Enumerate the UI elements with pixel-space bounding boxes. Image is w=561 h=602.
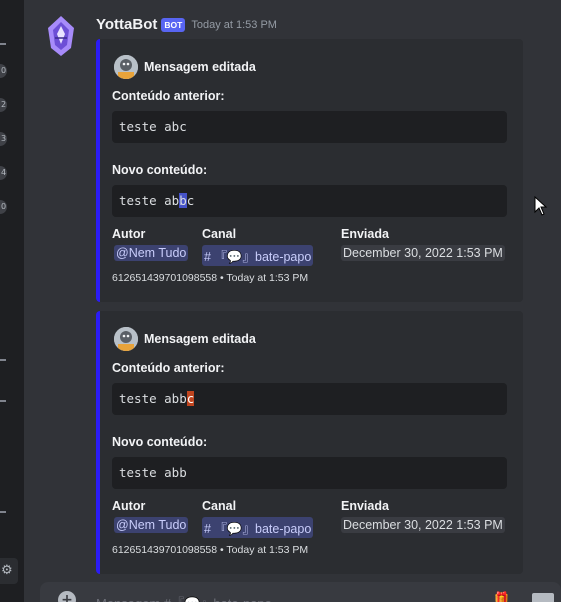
user-mention[interactable]: @Nem Tudo bbox=[114, 517, 189, 533]
embed-author: Mensagem editada bbox=[114, 327, 256, 351]
new-content-text: teste abb bbox=[119, 465, 187, 480]
gear-icon[interactable]: ⚙ bbox=[0, 558, 18, 584]
field-label-channel: Canal bbox=[202, 227, 237, 241]
strip-divider bbox=[0, 511, 6, 513]
removed-text-highlight: c bbox=[186, 391, 195, 406]
user-avatar-icon[interactable] bbox=[114, 55, 138, 79]
old-content-codeblock: teste abbc bbox=[112, 383, 507, 415]
message-header: YottaBot BOT Today at 1:53 PM bbox=[96, 16, 277, 33]
field-label-sent: Enviada bbox=[341, 499, 389, 513]
gif-icon[interactable] bbox=[532, 593, 554, 602]
field-label-new-content: Novo conteúdo: bbox=[112, 163, 208, 177]
field-label-author: Autor bbox=[112, 499, 146, 513]
user-mention[interactable]: @Nem Tudo bbox=[114, 245, 189, 261]
unread-badge[interactable]: 0 bbox=[0, 64, 7, 78]
user-avatar-icon[interactable] bbox=[114, 327, 138, 351]
unread-badge[interactable]: 0 bbox=[0, 200, 7, 214]
message-input[interactable]: Mensagem #『💬』bate-papo bbox=[96, 593, 396, 602]
embed-footer: 612651439701098558 • Today at 1:53 PM bbox=[112, 544, 309, 556]
field-label-old-content: Conteúdo anterior: bbox=[112, 89, 225, 103]
channel-mention[interactable]: # 『💬』bate-papo bbox=[202, 517, 314, 538]
new-content-codeblock: teste abbc bbox=[112, 185, 507, 217]
added-text-highlight: b bbox=[179, 193, 187, 208]
field-label-channel: Canal bbox=[202, 499, 237, 513]
embed-card: Mensagem editada Conteúdo anterior: test… bbox=[96, 311, 523, 574]
old-content-codeblock: teste abc bbox=[112, 111, 507, 143]
gift-icon[interactable]: 🎁 bbox=[494, 591, 509, 602]
bot-tag: BOT bbox=[161, 17, 186, 32]
field-label-sent: Enviada bbox=[341, 227, 389, 241]
embed-footer: 612651439701098558 • Today at 1:53 PM bbox=[112, 272, 309, 284]
new-content-codeblock: teste abb bbox=[112, 457, 507, 489]
field-label-new-content: Novo conteúdo: bbox=[112, 435, 208, 449]
mouse-pointer-icon bbox=[534, 195, 548, 216]
sent-date[interactable]: December 30, 2022 1:53 PM bbox=[341, 245, 505, 261]
new-content-text-tail: c bbox=[186, 193, 195, 208]
message-timestamp[interactable]: Today at 1:53 PM bbox=[191, 19, 277, 31]
yottabot-avatar-icon[interactable] bbox=[44, 14, 78, 58]
unread-badge[interactable]: 4 bbox=[0, 166, 7, 180]
embed-author: Mensagem editada bbox=[114, 55, 256, 79]
embed-title: Mensagem editada bbox=[144, 332, 256, 346]
old-content-text: teste abc bbox=[119, 119, 187, 134]
strip-divider bbox=[0, 359, 6, 361]
server-strip: 0 2 3 4 0 ⚙ bbox=[0, 0, 24, 602]
sent-date[interactable]: December 30, 2022 1:53 PM bbox=[341, 517, 505, 533]
unread-badge[interactable]: 2 bbox=[0, 98, 7, 112]
field-label-author: Autor bbox=[112, 227, 146, 241]
old-content-text: teste abb bbox=[119, 391, 187, 406]
plus-circle-icon[interactable]: + bbox=[58, 591, 76, 602]
embed-card: Mensagem editada Conteúdo anterior: test… bbox=[96, 39, 523, 302]
message-composer: + Mensagem #『💬』bate-papo 🎁 bbox=[40, 582, 561, 602]
embed-title: Mensagem editada bbox=[144, 60, 256, 74]
field-label-old-content: Conteúdo anterior: bbox=[112, 361, 225, 375]
author-name[interactable]: YottaBot bbox=[96, 16, 157, 33]
unread-badge[interactable]: 3 bbox=[0, 132, 7, 146]
strip-divider bbox=[0, 400, 6, 402]
strip-divider bbox=[0, 43, 6, 45]
channel-mention[interactable]: # 『💬』bate-papo bbox=[202, 245, 314, 266]
new-content-text: teste ab bbox=[119, 193, 180, 208]
